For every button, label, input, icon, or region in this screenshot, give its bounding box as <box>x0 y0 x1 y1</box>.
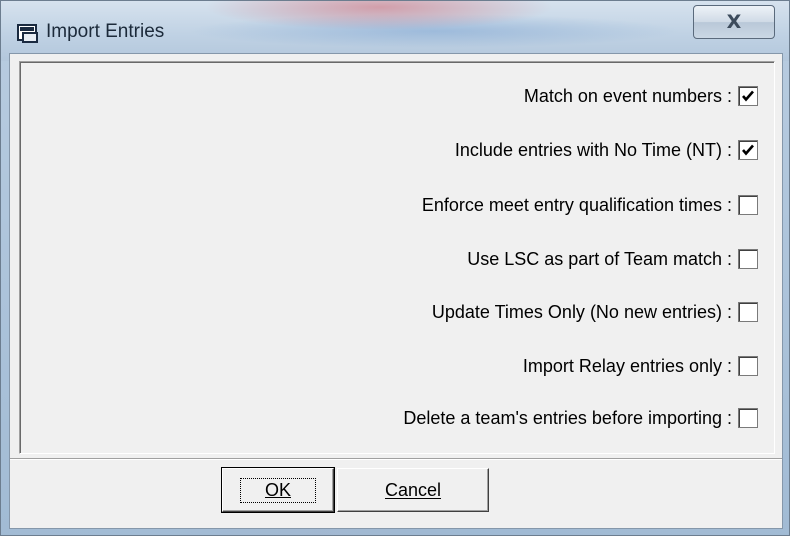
close-icon: X <box>726 11 742 33</box>
option-include-no-time[interactable]: Include entries with No Time (NT) : <box>455 138 758 162</box>
option-use-lsc-team-match[interactable]: Use LSC as part of Team match : <box>467 247 758 271</box>
update-times-only-checkbox[interactable] <box>738 302 758 322</box>
option-label: Update Times Only (No new entries) : <box>431 301 732 322</box>
option-label: Match on event numbers : <box>523 85 732 106</box>
option-label: Enforce meet entry qualification times : <box>421 194 732 215</box>
option-delete-team-entries[interactable]: Delete a team's entries before importing… <box>403 406 758 430</box>
option-label: Use LSC as part of Team match : <box>467 248 732 269</box>
include-no-time-checkbox[interactable] <box>738 140 758 160</box>
match-event-numbers-checkbox[interactable] <box>738 86 758 106</box>
import-relay-only-checkbox[interactable] <box>738 356 758 376</box>
option-update-times-only[interactable]: Update Times Only (No new entries) : <box>432 300 758 324</box>
option-label: Import Relay entries only : <box>522 355 732 376</box>
ok-button[interactable]: OK <box>221 467 335 513</box>
option-enforce-qualification-times[interactable]: Enforce meet entry qualification times : <box>422 193 758 217</box>
cancel-button[interactable]: Cancel <box>337 468 489 512</box>
close-button[interactable]: X <box>693 5 775 39</box>
window-title: Import Entries <box>46 21 165 42</box>
option-import-relay-only[interactable]: Import Relay entries only : <box>523 354 758 378</box>
use-lsc-team-match-checkbox[interactable] <box>738 249 758 269</box>
dialog-body: Match on event numbers : Include entries… <box>9 53 783 529</box>
check-icon <box>742 144 754 156</box>
ok-label: OK <box>239 477 316 503</box>
import-entries-icon <box>17 24 38 43</box>
title-bar[interactable]: Import Entries X <box>1 1 789 61</box>
ok-label-text: OK <box>264 479 291 500</box>
import-entries-window: Import Entries X Match on event numbers … <box>0 0 790 536</box>
delete-team-entries-checkbox[interactable] <box>738 408 758 428</box>
cancel-label: Cancel <box>384 479 442 500</box>
option-label: Include entries with No Time (NT) : <box>454 139 732 160</box>
option-label: Delete a team's entries before importing… <box>403 407 732 428</box>
footer-divider <box>10 458 782 460</box>
enforce-qualification-times-checkbox[interactable] <box>738 195 758 215</box>
options-panel: Match on event numbers : Include entries… <box>19 61 775 454</box>
option-match-event-numbers[interactable]: Match on event numbers : <box>524 84 758 108</box>
check-icon <box>742 90 754 102</box>
